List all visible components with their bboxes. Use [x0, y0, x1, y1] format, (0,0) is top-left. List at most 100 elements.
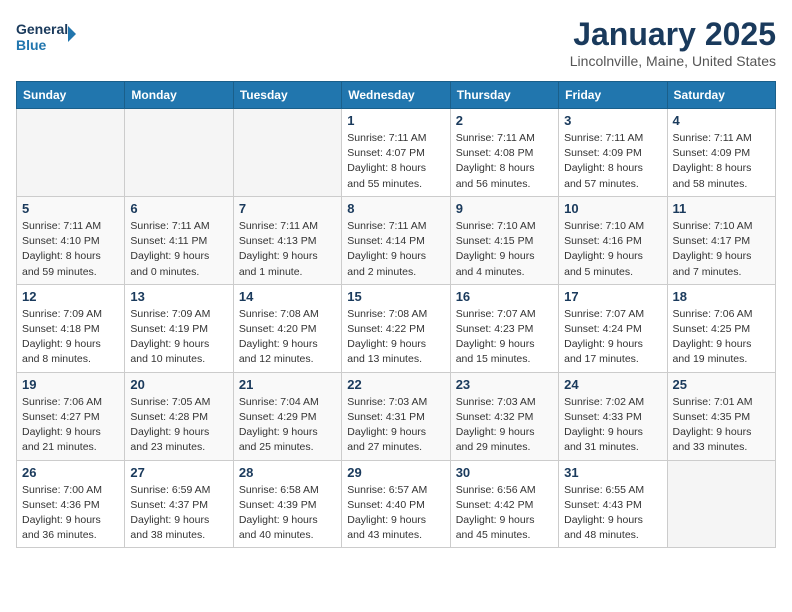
calendar-cell: 12 Sunrise: 7:09 AM Sunset: 4:18 PM Dayli… — [17, 284, 125, 372]
day-number: 24 — [564, 377, 661, 392]
day-info: Sunrise: 7:08 AM Sunset: 4:20 PM Dayligh… — [239, 307, 336, 368]
logo: General Blue — [16, 16, 76, 60]
day-number: 11 — [673, 201, 770, 216]
day-number: 26 — [22, 465, 119, 480]
day-info: Sunrise: 7:11 AM Sunset: 4:08 PM Dayligh… — [456, 131, 553, 192]
day-number: 18 — [673, 289, 770, 304]
day-info: Sunrise: 7:02 AM Sunset: 4:33 PM Dayligh… — [564, 395, 661, 456]
day-number: 17 — [564, 289, 661, 304]
month-title: January 2025 — [570, 16, 776, 53]
day-info: Sunrise: 7:04 AM Sunset: 4:29 PM Dayligh… — [239, 395, 336, 456]
calendar-cell: 26Sunrise: 7:00 AM Sunset: 4:36 PM Dayli… — [17, 460, 125, 548]
day-info: Sunrise: 7:11 AM Sunset: 4:10 PM Dayligh… — [22, 219, 119, 280]
calendar-cell: 11 Sunrise: 7:10 AM Sunset: 4:17 PM Dayli… — [667, 196, 775, 284]
day-info: Sunrise: 7:09 AM Sunset: 4:19 PM Dayligh… — [130, 307, 227, 368]
day-info: Sunrise: 7:03 AM Sunset: 4:32 PM Dayligh… — [456, 395, 553, 456]
weekday-header-sunday: Sunday — [17, 82, 125, 109]
calendar-cell: 21 Sunrise: 7:04 AM Sunset: 4:29 PM Dayli… — [233, 372, 341, 460]
calendar-cell — [17, 109, 125, 197]
page-header: General Blue January 2025 Lincolnville, … — [16, 16, 776, 69]
calendar-cell: 9Sunrise: 7:10 AM Sunset: 4:15 PM Daylig… — [450, 196, 558, 284]
calendar-cell: 5 Sunrise: 7:11 AM Sunset: 4:10 PM Daylig… — [17, 196, 125, 284]
day-number: 19 — [22, 377, 119, 392]
calendar-cell: 30 Sunrise: 6:56 AM Sunset: 4:42 PM Dayli… — [450, 460, 558, 548]
calendar-cell: 19Sunrise: 7:06 AM Sunset: 4:27 PM Dayli… — [17, 372, 125, 460]
calendar-cell: 27 Sunrise: 6:59 AM Sunset: 4:37 PM Dayli… — [125, 460, 233, 548]
day-info: Sunrise: 7:03 AM Sunset: 4:31 PM Dayligh… — [347, 395, 444, 456]
day-number: 22 — [347, 377, 444, 392]
day-info: Sunrise: 7:05 AM Sunset: 4:28 PM Dayligh… — [130, 395, 227, 456]
day-number: 29 — [347, 465, 444, 480]
weekday-header-tuesday: Tuesday — [233, 82, 341, 109]
day-info: Sunrise: 7:11 AM Sunset: 4:14 PM Dayligh… — [347, 219, 444, 280]
day-number: 21 — [239, 377, 336, 392]
day-info: Sunrise: 6:57 AM Sunset: 4:40 PM Dayligh… — [347, 483, 444, 544]
day-info: Sunrise: 7:07 AM Sunset: 4:24 PM Dayligh… — [564, 307, 661, 368]
calendar-cell: 2 Sunrise: 7:11 AM Sunset: 4:08 PM Daylig… — [450, 109, 558, 197]
day-number: 14 — [239, 289, 336, 304]
calendar-cell — [233, 109, 341, 197]
calendar-cell: 15Sunrise: 7:08 AM Sunset: 4:22 PM Dayli… — [342, 284, 450, 372]
day-info: Sunrise: 7:06 AM Sunset: 4:25 PM Dayligh… — [673, 307, 770, 368]
calendar-cell: 3Sunrise: 7:11 AM Sunset: 4:09 PM Daylig… — [559, 109, 667, 197]
weekday-header-friday: Friday — [559, 82, 667, 109]
title-block: January 2025 Lincolnville, Maine, United… — [570, 16, 776, 69]
day-info: Sunrise: 7:09 AM Sunset: 4:18 PM Dayligh… — [22, 307, 119, 368]
svg-text:General: General — [16, 21, 68, 37]
calendar-cell: 20 Sunrise: 7:05 AM Sunset: 4:28 PM Dayli… — [125, 372, 233, 460]
day-info: Sunrise: 6:59 AM Sunset: 4:37 PM Dayligh… — [130, 483, 227, 544]
day-info: Sunrise: 6:55 AM Sunset: 4:43 PM Dayligh… — [564, 483, 661, 544]
day-number: 25 — [673, 377, 770, 392]
day-info: Sunrise: 7:07 AM Sunset: 4:23 PM Dayligh… — [456, 307, 553, 368]
day-info: Sunrise: 6:58 AM Sunset: 4:39 PM Dayligh… — [239, 483, 336, 544]
calendar-cell: 14 Sunrise: 7:08 AM Sunset: 4:20 PM Dayli… — [233, 284, 341, 372]
day-info: Sunrise: 7:11 AM Sunset: 4:07 PM Dayligh… — [347, 131, 444, 192]
calendar-table: SundayMondayTuesdayWednesdayThursdayFrid… — [16, 81, 776, 548]
calendar-cell: 1Sunrise: 7:11 AM Sunset: 4:07 PM Daylig… — [342, 109, 450, 197]
day-info: Sunrise: 7:11 AM Sunset: 4:11 PM Dayligh… — [130, 219, 227, 280]
calendar-cell: 13 Sunrise: 7:09 AM Sunset: 4:19 PM Dayli… — [125, 284, 233, 372]
day-info: Sunrise: 7:01 AM Sunset: 4:35 PM Dayligh… — [673, 395, 770, 456]
day-number: 20 — [130, 377, 227, 392]
day-number: 10 — [564, 201, 661, 216]
calendar-cell: 7 Sunrise: 7:11 AM Sunset: 4:13 PM Daylig… — [233, 196, 341, 284]
calendar-cell — [125, 109, 233, 197]
location: Lincolnville, Maine, United States — [570, 53, 776, 69]
day-info: Sunrise: 6:56 AM Sunset: 4:42 PM Dayligh… — [456, 483, 553, 544]
day-number: 5 — [22, 201, 119, 216]
day-number: 8 — [347, 201, 444, 216]
day-info: Sunrise: 7:11 AM Sunset: 4:09 PM Dayligh… — [673, 131, 770, 192]
calendar-cell: 22 Sunrise: 7:03 AM Sunset: 4:31 PM Dayli… — [342, 372, 450, 460]
day-info: Sunrise: 7:10 AM Sunset: 4:16 PM Dayligh… — [564, 219, 661, 280]
calendar-cell: 16 Sunrise: 7:07 AM Sunset: 4:23 PM Dayli… — [450, 284, 558, 372]
weekday-header-monday: Monday — [125, 82, 233, 109]
calendar-cell — [667, 460, 775, 548]
day-number: 28 — [239, 465, 336, 480]
calendar-cell: 6Sunrise: 7:11 AM Sunset: 4:11 PM Daylig… — [125, 196, 233, 284]
day-info: Sunrise: 7:08 AM Sunset: 4:22 PM Dayligh… — [347, 307, 444, 368]
calendar-cell: 18 Sunrise: 7:06 AM Sunset: 4:25 PM Dayli… — [667, 284, 775, 372]
calendar-cell: 10 Sunrise: 7:10 AM Sunset: 4:16 PM Dayli… — [559, 196, 667, 284]
day-number: 30 — [456, 465, 553, 480]
calendar-cell: 24 Sunrise: 7:02 AM Sunset: 4:33 PM Dayli… — [559, 372, 667, 460]
day-number: 2 — [456, 113, 553, 128]
day-number: 16 — [456, 289, 553, 304]
day-number: 31 — [564, 465, 661, 480]
day-number: 3 — [564, 113, 661, 128]
svg-text:Blue: Blue — [16, 37, 47, 53]
calendar-cell: 4 Sunrise: 7:11 AM Sunset: 4:09 PM Daylig… — [667, 109, 775, 197]
day-number: 13 — [130, 289, 227, 304]
weekday-header-wednesday: Wednesday — [342, 82, 450, 109]
weekday-header-thursday: Thursday — [450, 82, 558, 109]
day-info: Sunrise: 7:10 AM Sunset: 4:17 PM Dayligh… — [673, 219, 770, 280]
calendar-cell: 28 Sunrise: 6:58 AM Sunset: 4:39 PM Dayli… — [233, 460, 341, 548]
day-number: 27 — [130, 465, 227, 480]
day-number: 12 — [22, 289, 119, 304]
calendar-cell: 17 Sunrise: 7:07 AM Sunset: 4:24 PM Dayli… — [559, 284, 667, 372]
calendar-cell: 23Sunrise: 7:03 AM Sunset: 4:32 PM Dayli… — [450, 372, 558, 460]
day-number: 4 — [673, 113, 770, 128]
day-info: Sunrise: 7:10 AM Sunset: 4:15 PM Dayligh… — [456, 219, 553, 280]
day-info: Sunrise: 7:11 AM Sunset: 4:13 PM Dayligh… — [239, 219, 336, 280]
day-number: 7 — [239, 201, 336, 216]
weekday-header-saturday: Saturday — [667, 82, 775, 109]
